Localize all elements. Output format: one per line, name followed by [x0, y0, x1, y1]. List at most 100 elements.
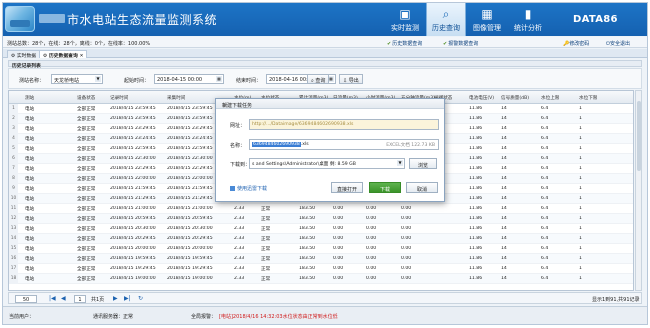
table-row[interactable]: 14 电站 全部正常 2018/4/15 20:29:45 2018/4/15 20:2…: [9, 234, 633, 244]
nav-realtime-monitor[interactable]: ▣ 实时监测: [385, 3, 425, 36]
table-cell: 正常: [261, 277, 271, 282]
download-button[interactable]: 下载: [369, 182, 401, 193]
table-cell: 2018/4/15 20:30:00: [167, 226, 213, 231]
download-path-select[interactable]: s and Settings\Administrator\桌面 剩: 8.59 …: [249, 158, 405, 169]
table-cell: 1: [579, 156, 582, 161]
table-cell: 0.00: [333, 216, 344, 221]
alarm-query-button[interactable]: ✔报警数据查询: [443, 40, 478, 47]
alarm-label: 全局报警：: [191, 314, 217, 320]
use-xunlei-link[interactable]: 使用迅雷下载: [230, 185, 267, 192]
table-cell: 11.86: [469, 256, 483, 261]
table-cell: 全部正常: [77, 267, 96, 272]
row-number: 14: [9, 234, 18, 244]
table-cell: 电站: [25, 117, 35, 122]
table-cell: 2018/4/15 22:30:00: [167, 156, 213, 161]
last-page-icon[interactable]: ▶|: [124, 295, 131, 302]
table-cell: 11.86: [469, 176, 483, 181]
column-header[interactable]: 记录时间: [110, 95, 128, 101]
app-window: 市水电站生态流量监测系统 ▣ 实时监测 ⌕ 历史查询 ▦ 图像管理 ▮ 统计分析…: [2, 2, 648, 325]
calendar-icon: ▦: [216, 76, 222, 82]
table-row[interactable]: 16 电站 全部正常 2018/4/15 19:59:45 2018/4/15 19:5…: [9, 254, 633, 264]
column-header[interactable]: 水位下限: [579, 95, 597, 101]
cancel-button[interactable]: 取消: [406, 182, 438, 193]
table-cell: 全部正常: [77, 217, 96, 222]
search-button[interactable]: ⌕ 查询: [307, 74, 330, 84]
table-row[interactable]: 15 电站 全部正常 2018/4/15 20:00:00 2018/4/15 20:0…: [9, 244, 633, 254]
table-cell: 11.86: [469, 136, 483, 141]
xunlei-icon: [230, 186, 235, 191]
search-icon: ⌕: [311, 78, 314, 84]
chevron-down-icon: ▼: [397, 160, 403, 166]
column-header[interactable]: 设备状态: [77, 95, 95, 101]
station-summary: 测站总数：28个，在线：28个，离线：0个，在线率：100.00%: [7, 41, 151, 47]
table-cell: 11.86: [469, 206, 483, 211]
alarm-message[interactable]: [电站]2018/4/16 14:32:03水位状态由正常到水位低: [219, 313, 338, 320]
table-cell: 0.00: [401, 256, 412, 261]
table-cell: 14: [501, 246, 507, 251]
table-scrollbar[interactable]: [635, 90, 642, 291]
close-icon[interactable]: ✕: [222, 102, 440, 110]
table-cell: 2.33: [234, 256, 245, 261]
table-row[interactable]: 17 电站 全部正常 2018/4/15 19:29:45 2018/4/15 19:2…: [9, 264, 633, 274]
open-direct-button[interactable]: 直接打开: [331, 182, 363, 193]
url-field[interactable]: http://.../Dataimage/6369484602690938.xl…: [249, 119, 439, 130]
table-row[interactable]: 12 电站 全部正常 2018/4/15 20:59:45 2018/4/15 20:5…: [9, 214, 633, 224]
page-size-select[interactable]: 50: [15, 295, 37, 303]
table-row[interactable]: 11 电站 全部正常 2018/4/15 21:00:00 2018/4/15 21:0…: [9, 204, 633, 214]
column-header[interactable]: 电池电压(V): [469, 95, 494, 101]
nav-statistics[interactable]: ▮ 统计分析: [508, 3, 548, 36]
dialog-titlebar: 新建下载任务 ✕: [216, 99, 444, 110]
table-cell: 2.33: [234, 246, 245, 251]
column-header[interactable]: 采集时间: [167, 95, 185, 101]
table-cell: 14: [501, 106, 507, 111]
table-cell: 14: [501, 256, 507, 261]
table-row[interactable]: 13 电站 全部正常 2018/4/15 20:30:00 2018/4/15 20:3…: [9, 224, 633, 234]
first-page-icon[interactable]: |◀: [49, 295, 56, 302]
gear-icon: ⚙: [11, 54, 16, 59]
refresh-icon[interactable]: ↻: [138, 295, 143, 302]
row-number: 2: [9, 114, 18, 124]
file-name-field[interactable]: 6369484602690938.xls EXCEL文档 122.73 KB: [249, 139, 439, 150]
table-cell: 2018/4/15 19:29:45: [110, 266, 156, 271]
table-cell: 全部正常: [77, 147, 96, 152]
scrollbar-thumb[interactable]: [637, 101, 641, 171]
table-cell: 1: [579, 206, 582, 211]
table-cell: 6.4: [541, 236, 549, 241]
table-cell: 11.86: [469, 276, 483, 281]
table-cell: 11.86: [469, 196, 483, 201]
table-row[interactable]: 18 电站 全部正常 2018/4/15 19:00:00 2018/4/15 19:0…: [9, 274, 633, 284]
tab-history-query[interactable]: ⚙ 历史数据查询 ✕: [39, 50, 88, 59]
prev-page-icon[interactable]: ◀: [61, 295, 66, 302]
tab-realtime-data[interactable]: ⚙ 实时数据: [7, 50, 41, 59]
check-icon: ✔: [387, 41, 392, 47]
column-header[interactable]: 测站: [25, 95, 34, 101]
start-time-input[interactable]: 2018-04-15 00:00 ▦: [154, 74, 224, 84]
browse-button[interactable]: 浏览: [409, 158, 437, 169]
logout-button[interactable]: ⏻安全退出: [606, 40, 630, 47]
table-cell: 正常: [261, 207, 271, 212]
table-cell: 2018/4/15 20:00:00: [167, 246, 213, 251]
table-cell: 2018/4/15 22:59:45: [167, 146, 213, 151]
export-button[interactable]: ⇩ 导出: [339, 74, 363, 84]
next-page-icon[interactable]: ▶: [113, 295, 118, 302]
table-cell: 6.4: [541, 186, 549, 191]
table-cell: 6.4: [541, 276, 549, 281]
history-query-button[interactable]: ✔历史数据查询: [387, 40, 422, 47]
table-cell: 11.86: [469, 166, 483, 171]
close-icon[interactable]: ✕: [79, 54, 83, 59]
change-password-button[interactable]: 🔑修改密码: [563, 40, 589, 47]
table-cell: 2018/4/15 20:29:45: [167, 236, 213, 241]
page-number-input[interactable]: 1: [74, 295, 86, 303]
nav-image-management[interactable]: ▦ 图像管理: [467, 3, 507, 36]
column-header[interactable]: 水位上限: [541, 95, 559, 101]
table-cell: 6.4: [541, 226, 549, 231]
table-cell: 6.4: [541, 136, 549, 141]
table-cell: 电站: [25, 237, 35, 242]
station-select[interactable]: 天龙桥电站 ▼: [51, 74, 103, 84]
nav-history-query[interactable]: ⌕ 历史查询: [426, 3, 466, 36]
column-header[interactable]: 信号质量(dB): [501, 95, 529, 101]
table-cell: 6.4: [541, 176, 549, 181]
table-cell: 1: [579, 176, 582, 181]
check-icon: ✔: [443, 41, 448, 47]
table-cell: 2018/4/15 22:59:45: [110, 146, 156, 151]
